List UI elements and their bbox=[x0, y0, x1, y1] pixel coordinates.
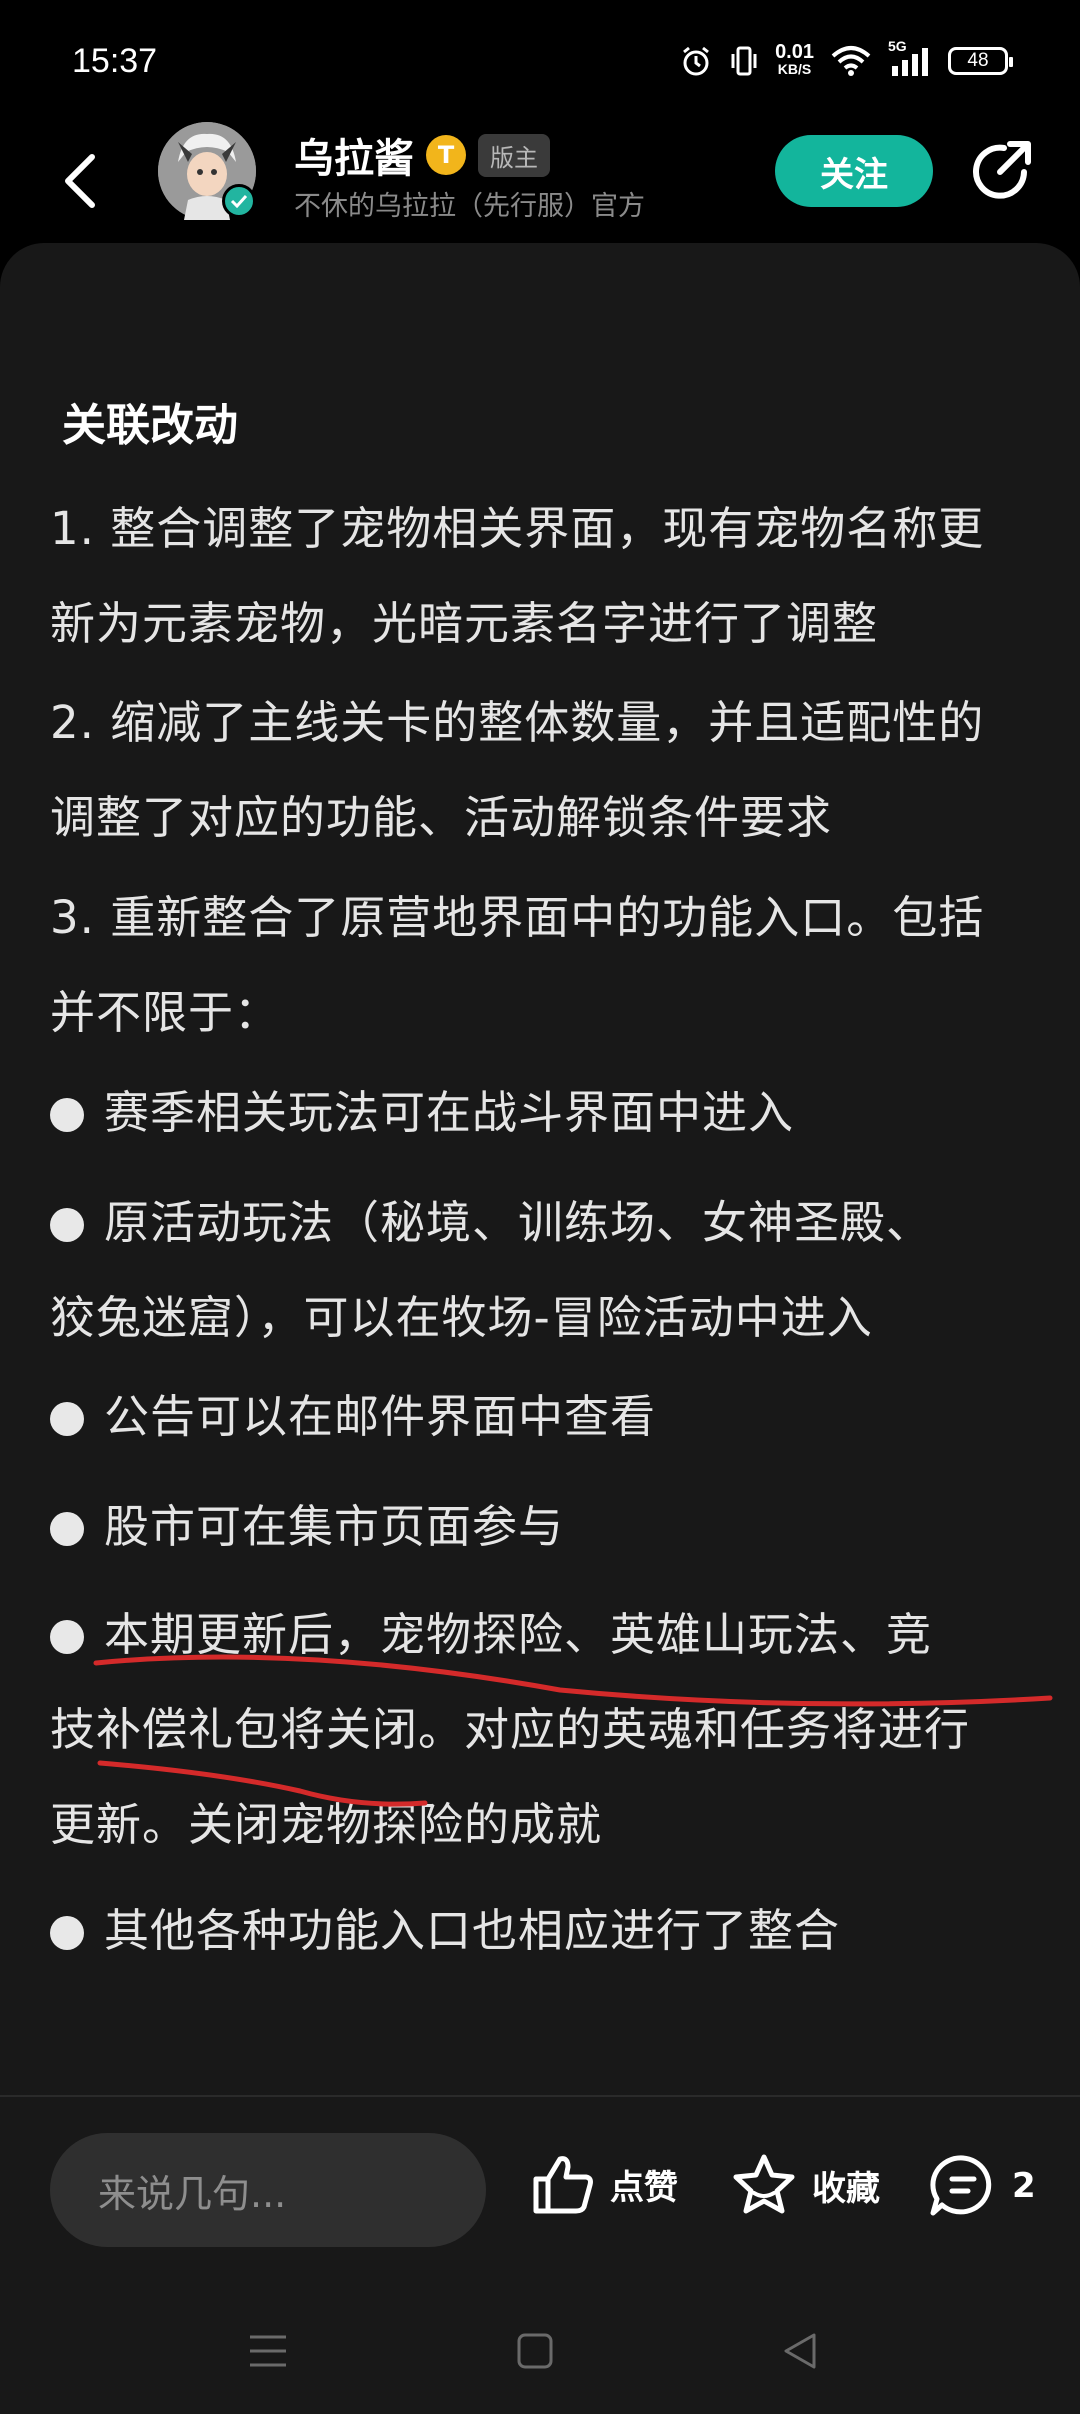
comment-bubble-icon bbox=[930, 2155, 992, 2216]
list-item-2-line-1: 2. 缩减了主线关卡的整体数量，并且适配性的 bbox=[50, 696, 985, 749]
bullet-item-2: 原活动玩法（秘境、训练场、女神圣殿、 狡兔迷窟），可以在牧场-冒险活动中进入 bbox=[50, 1175, 1040, 1365]
bullet-item-4-text: 股市可在集市页面参与 bbox=[104, 1500, 565, 1553]
bullet-item-1: 赛季相关玩法可在战斗界面中进入 bbox=[50, 1065, 1040, 1160]
comments-button[interactable]: 2 bbox=[928, 2153, 1036, 2219]
net-speed-unit: KB/S bbox=[777, 61, 812, 77]
like-label: 点赞 bbox=[610, 2167, 678, 2208]
list-item-2-line-2: 调整了对应的功能、活动解锁条件要求 bbox=[50, 791, 833, 844]
bullet-item-3: 公告可以在邮件界面中查看 bbox=[50, 1369, 1040, 1464]
thumbs-up-icon bbox=[533, 2156, 593, 2214]
bullet-item-1-text: 赛季相关玩法可在战斗界面中进入 bbox=[104, 1086, 795, 1139]
favorite-label: 收藏 bbox=[812, 2168, 880, 2209]
bullet-item-4: 股市可在集市页面参与 bbox=[50, 1479, 1040, 1574]
status-time: 15:37 bbox=[72, 41, 158, 80]
verified-icon bbox=[222, 184, 256, 218]
bullet-dot bbox=[50, 1098, 84, 1132]
bullet-item-5: 本期更新后，宠物探险、英雄山玩法、竞 技补偿礼包将关闭。对应的英魂和任务将进行 … bbox=[50, 1587, 1040, 1872]
bullet-dot bbox=[50, 1620, 84, 1654]
list-item-3: 3. 重新整合了原营地界面中的功能入口。包括 并不限于： bbox=[50, 870, 1040, 1060]
level-badge: T bbox=[426, 135, 466, 175]
list-item-2: 2. 缩减了主线关卡的整体数量，并且适配性的 调整了对应的功能、活动解锁条件要求 bbox=[50, 675, 1040, 865]
avatar[interactable] bbox=[158, 122, 256, 220]
bullet-item-3-text: 公告可以在邮件界面中查看 bbox=[104, 1390, 657, 1443]
bullet-item-6-text: 其他各种功能入口也相应进行了整合 bbox=[104, 1904, 841, 1957]
home-square-icon bbox=[517, 2333, 553, 2369]
back-button[interactable] bbox=[50, 146, 110, 216]
bullet-dot bbox=[50, 1208, 84, 1242]
wifi-icon bbox=[830, 44, 872, 78]
list-item-1: 1. 整合调整了宠物相关界面，现有宠物名称更 新为元素宠物，光暗元素名字进行了调… bbox=[50, 481, 1040, 671]
comment-input[interactable]: 来说几句... bbox=[50, 2133, 486, 2247]
bullet-item-5-line-1: 本期更新后，宠物探险、英雄山玩法、竞 bbox=[104, 1608, 933, 1661]
role-badge: 版主 bbox=[478, 133, 550, 177]
bullet-item-2-line-1: 原活动玩法（秘境、训练场、女神圣殿、 bbox=[104, 1196, 933, 1249]
net-speed-value: 0.01 bbox=[775, 41, 814, 63]
menu-icon bbox=[250, 2335, 286, 2367]
battery-indicator: 48 bbox=[948, 47, 1013, 75]
comment-count: 2 bbox=[1012, 2166, 1036, 2206]
network-type: 5G bbox=[888, 38, 907, 54]
like-button[interactable]: 点赞 bbox=[530, 2153, 678, 2215]
net-speed: 0.01 KB/S bbox=[775, 41, 814, 78]
menu-nav-button[interactable] bbox=[238, 2321, 298, 2381]
status-bar: 15:37 0.01 KB/S 5G 48 bbox=[0, 0, 1080, 122]
bullet-item-5-line-3: 更新。关闭宠物探险的成就 bbox=[50, 1798, 603, 1851]
signal-icon: 5G bbox=[888, 38, 932, 78]
home-nav-button[interactable] bbox=[505, 2321, 565, 2381]
star-icon bbox=[733, 2154, 795, 2214]
bullet-item-2-line-2: 狡兔迷窟），可以在牧场-冒险活动中进入 bbox=[50, 1291, 873, 1344]
bullet-dot bbox=[50, 1402, 84, 1436]
follow-button[interactable]: 关注 bbox=[775, 135, 933, 207]
share-button[interactable] bbox=[966, 136, 1036, 206]
list-item-3-line-2: 并不限于： bbox=[50, 986, 281, 1039]
back-nav-button[interactable] bbox=[770, 2321, 830, 2381]
system-nav-bar bbox=[0, 2283, 1080, 2414]
alarm-icon bbox=[679, 44, 713, 78]
bullet-item-6: 其他各种功能入口也相应进行了整合 bbox=[50, 1883, 1040, 1978]
share-icon bbox=[973, 141, 1031, 199]
list-item-3-line-1: 3. 重新整合了原营地界面中的功能入口。包括 bbox=[50, 891, 985, 944]
author-name-row: 乌拉酱 T 版主 bbox=[294, 126, 550, 184]
author-subtitle: 不休的乌拉拉（先行服）官方 bbox=[294, 191, 645, 222]
vibrate-icon bbox=[729, 44, 759, 78]
bullet-item-5-line-2: 技补偿礼包将关闭。对应的英魂和任务将进行 bbox=[50, 1703, 971, 1756]
list-item-1-line-1: 1. 整合调整了宠物相关界面，现有宠物名称更 bbox=[50, 502, 985, 555]
chevron-left-icon bbox=[65, 154, 95, 208]
post-content: 关联改动 1. 整合调整了宠物相关界面，现有宠物名称更 新为元素宠物，光暗元素名… bbox=[0, 243, 1080, 2095]
back-triangle-icon bbox=[784, 2333, 816, 2369]
bottom-action-bar: 来说几句... 点赞 收藏 2 bbox=[0, 2097, 1080, 2283]
bullet-dot bbox=[50, 1916, 84, 1950]
list-item-1-line-2: 新为元素宠物，光暗元素名字进行了调整 bbox=[50, 597, 879, 650]
status-icons: 0.01 KB/S 5G 48 bbox=[679, 38, 1013, 78]
favorite-button[interactable]: 收藏 bbox=[730, 2153, 880, 2217]
author-name[interactable]: 乌拉酱 bbox=[294, 126, 414, 184]
section-title: 关联改动 bbox=[62, 400, 238, 451]
bullet-dot bbox=[50, 1512, 84, 1546]
post-header: 乌拉酱 T 版主 不休的乌拉拉（先行服）官方 关注 bbox=[0, 122, 1080, 240]
